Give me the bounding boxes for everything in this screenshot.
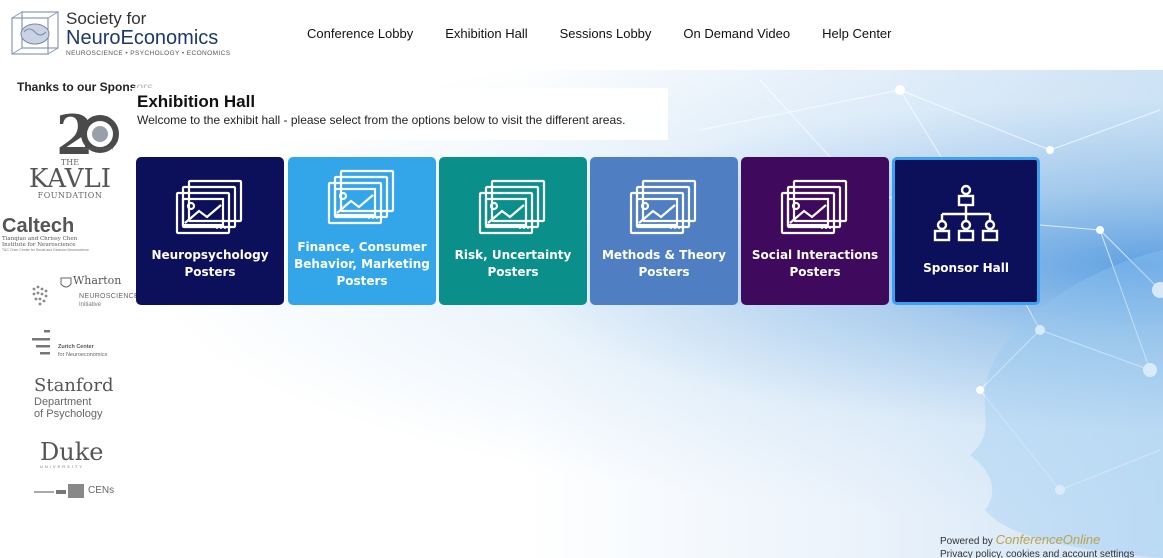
page-title: Exhibition Hall: [137, 92, 256, 111]
svg-text:2: 2: [56, 103, 94, 164]
logo-text-society: Society for: [66, 9, 147, 29]
poster-stack-icon: [327, 169, 395, 225]
sponsor-caltech-logo[interactable]: Caltech Tianqiao and Chrissy Chen Instit…: [2, 216, 138, 252]
sponsor-stanford-logo[interactable]: Stanford Department of Psychology: [34, 375, 134, 421]
nav-exhibition-hall[interactable]: Exhibition Hall: [445, 26, 527, 41]
sponsor-zurich-logo[interactable]: Zurich Center for Neuroeconomics: [32, 328, 140, 364]
tile-label: Sponsor Hall: [923, 261, 1009, 275]
brain-cube-logo-icon: [11, 11, 59, 55]
tile-finance-consumer-behavior-marketing-posters[interactable]: Finance, Consumer Behavior, Marketing Po…: [288, 157, 436, 305]
caltech-name: Caltech: [2, 215, 75, 237]
wharton-line1: NEUROSCIENCE: [79, 293, 139, 300]
tile-sponsor-hall[interactable]: Sponsor Hall: [892, 157, 1040, 305]
cens-name: CENs: [88, 485, 115, 496]
anniversary-label: ANNIVERSARY: [82, 146, 114, 151]
logo-tagline: NEUROSCIENCE • PSYCHOLOGY • ECONOMICS: [66, 50, 231, 58]
sponsor-kavli-logo[interactable]: THE KAVLI FOUNDATION: [12, 158, 128, 200]
privacy-link[interactable]: Privacy policy, cookies and account sett…: [940, 549, 1134, 558]
powered-by-brand[interactable]: ConferenceOnline: [996, 532, 1101, 547]
tile-social-interactions-posters[interactable]: Social Interactions Posters: [741, 157, 889, 305]
wharton-line2: Initiative: [79, 302, 102, 308]
poster-stack-icon: [175, 179, 243, 235]
sponsor-wharton-logo[interactable]: Wharton NEUROSCIENCE Initiative: [30, 274, 140, 316]
powered-by-prefix: Powered by: [940, 536, 996, 547]
stanford-line2: of Psychology: [34, 408, 103, 420]
zurich-line1: Zurich Center: [58, 344, 94, 350]
tile-risk-uncertainty-posters[interactable]: Risk, Uncertainty Posters: [439, 157, 587, 305]
duke-university: UNIVERSITY: [40, 464, 85, 469]
cens-emblem-icon: [34, 484, 84, 498]
anniversary-20-icon: 2: [56, 103, 119, 167]
tile-methods-theory-posters[interactable]: Methods & Theory Posters: [590, 157, 738, 305]
nav-conference-lobby[interactable]: Conference Lobby: [307, 26, 413, 41]
tile-label: Finance, Consumer Behavior, Marketing Po…: [294, 240, 430, 288]
network-graphic: [699, 79, 1163, 558]
nav-help-center[interactable]: Help Center: [822, 26, 891, 41]
powered-by: Powered by ConferenceOnline: [940, 532, 1134, 547]
wharton-dots-icon: [32, 285, 48, 306]
sponsor-cens-logo[interactable]: CENs: [34, 482, 134, 508]
exhibition-header: Exhibition Hall Welcome to the exhibit h…: [132, 88, 668, 140]
duke-name: Duke: [40, 438, 104, 466]
kavli-name: KAVLI: [28, 164, 112, 194]
tile-label: Risk, Uncertainty Posters: [454, 248, 572, 279]
tile-label: Neuropsychology Posters: [151, 248, 269, 279]
tile-label: Methods & Theory Posters: [601, 248, 726, 279]
wharton-name: Wharton: [73, 274, 122, 287]
zurich-line2: for Neuroeconomics: [58, 352, 108, 358]
main-nav: Conference Lobby Exhibition Hall Session…: [307, 26, 924, 41]
sponsor-duke-logo[interactable]: Duke UNIVERSITY: [40, 440, 120, 469]
nav-on-demand-video[interactable]: On Demand Video: [683, 26, 790, 41]
stanford-name: Stanford: [34, 375, 114, 396]
logo-text-neuroeconomics: NeuroEconomics: [66, 27, 219, 50]
background-neural-image: [0, 70, 1163, 558]
zurich-bars-icon: [32, 330, 50, 355]
page-subtitle: Welcome to the exhibit hall - please sel…: [137, 113, 626, 127]
stanford-line1: Department: [34, 396, 92, 408]
top-header: Society for NeuroEconomics NEUROSCIENCE …: [0, 0, 1163, 70]
poster-stack-icon: [478, 179, 546, 235]
tile-label: Social Interactions Posters: [751, 248, 879, 279]
caltech-line3: T&C Chen Center for Social and Decision …: [2, 248, 89, 252]
society-logo[interactable]: Society for NeuroEconomics NEUROSCIENCE …: [10, 8, 240, 60]
nav-sessions-lobby[interactable]: Sessions Lobby: [560, 26, 652, 41]
org-chart-icon: [933, 184, 999, 242]
footer: Powered by ConferenceOnline Privacy poli…: [940, 532, 1134, 558]
wharton-shield-icon: [60, 276, 72, 294]
poster-stack-icon: [629, 179, 697, 235]
tile-neuropsychology-posters[interactable]: Neuropsychology Posters: [136, 157, 284, 305]
poster-stack-icon: [780, 179, 848, 235]
